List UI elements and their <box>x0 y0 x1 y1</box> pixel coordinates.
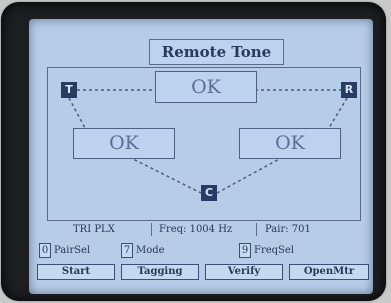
key-options: 0 PairSel 7 Mode 9 FreqSel <box>39 243 369 259</box>
option-pairsel[interactable]: 0 PairSel <box>39 243 90 258</box>
option-freqsel[interactable]: 9 FreqSel <box>239 243 294 258</box>
option-label: PairSel <box>54 245 91 256</box>
pair-readout: Pair: 701 <box>265 224 311 235</box>
mode-readout: TRI PLX <box>73 224 115 235</box>
status-top-ok: OK <box>155 71 257 103</box>
key-0[interactable]: 0 <box>39 243 51 258</box>
status-bar: TRI PLX Freq: 1004 Hz Pair: 701 <box>51 220 358 238</box>
verify-softkey[interactable]: Verify <box>205 264 283 280</box>
option-mode[interactable]: 7 Mode <box>121 243 165 258</box>
option-label: FreqSel <box>254 245 295 256</box>
softkey-bar: Start Tagging Verify OpenMtr <box>37 264 369 280</box>
tagging-softkey[interactable]: Tagging <box>121 264 199 280</box>
key-9[interactable]: 9 <box>239 243 251 258</box>
node-tip: T <box>61 82 77 98</box>
divider <box>256 223 257 236</box>
divider <box>151 223 152 236</box>
node-ring: R <box>341 82 357 98</box>
option-label: Mode <box>136 245 165 256</box>
lcd-screen: Remote Tone OK OK OK T R C TRI PLX Freq:… <box>29 19 373 294</box>
start-softkey[interactable]: Start <box>37 264 115 280</box>
openmtr-softkey[interactable]: OpenMtr <box>289 264 369 280</box>
key-7[interactable]: 7 <box>121 243 133 258</box>
frequency-readout: Freq: 1004 Hz <box>159 224 233 235</box>
status-right-ok: OK <box>239 128 341 159</box>
node-common: C <box>201 185 217 201</box>
status-left-ok: OK <box>73 128 175 159</box>
device-bezel: Remote Tone OK OK OK T R C TRI PLX Freq:… <box>1 2 386 301</box>
